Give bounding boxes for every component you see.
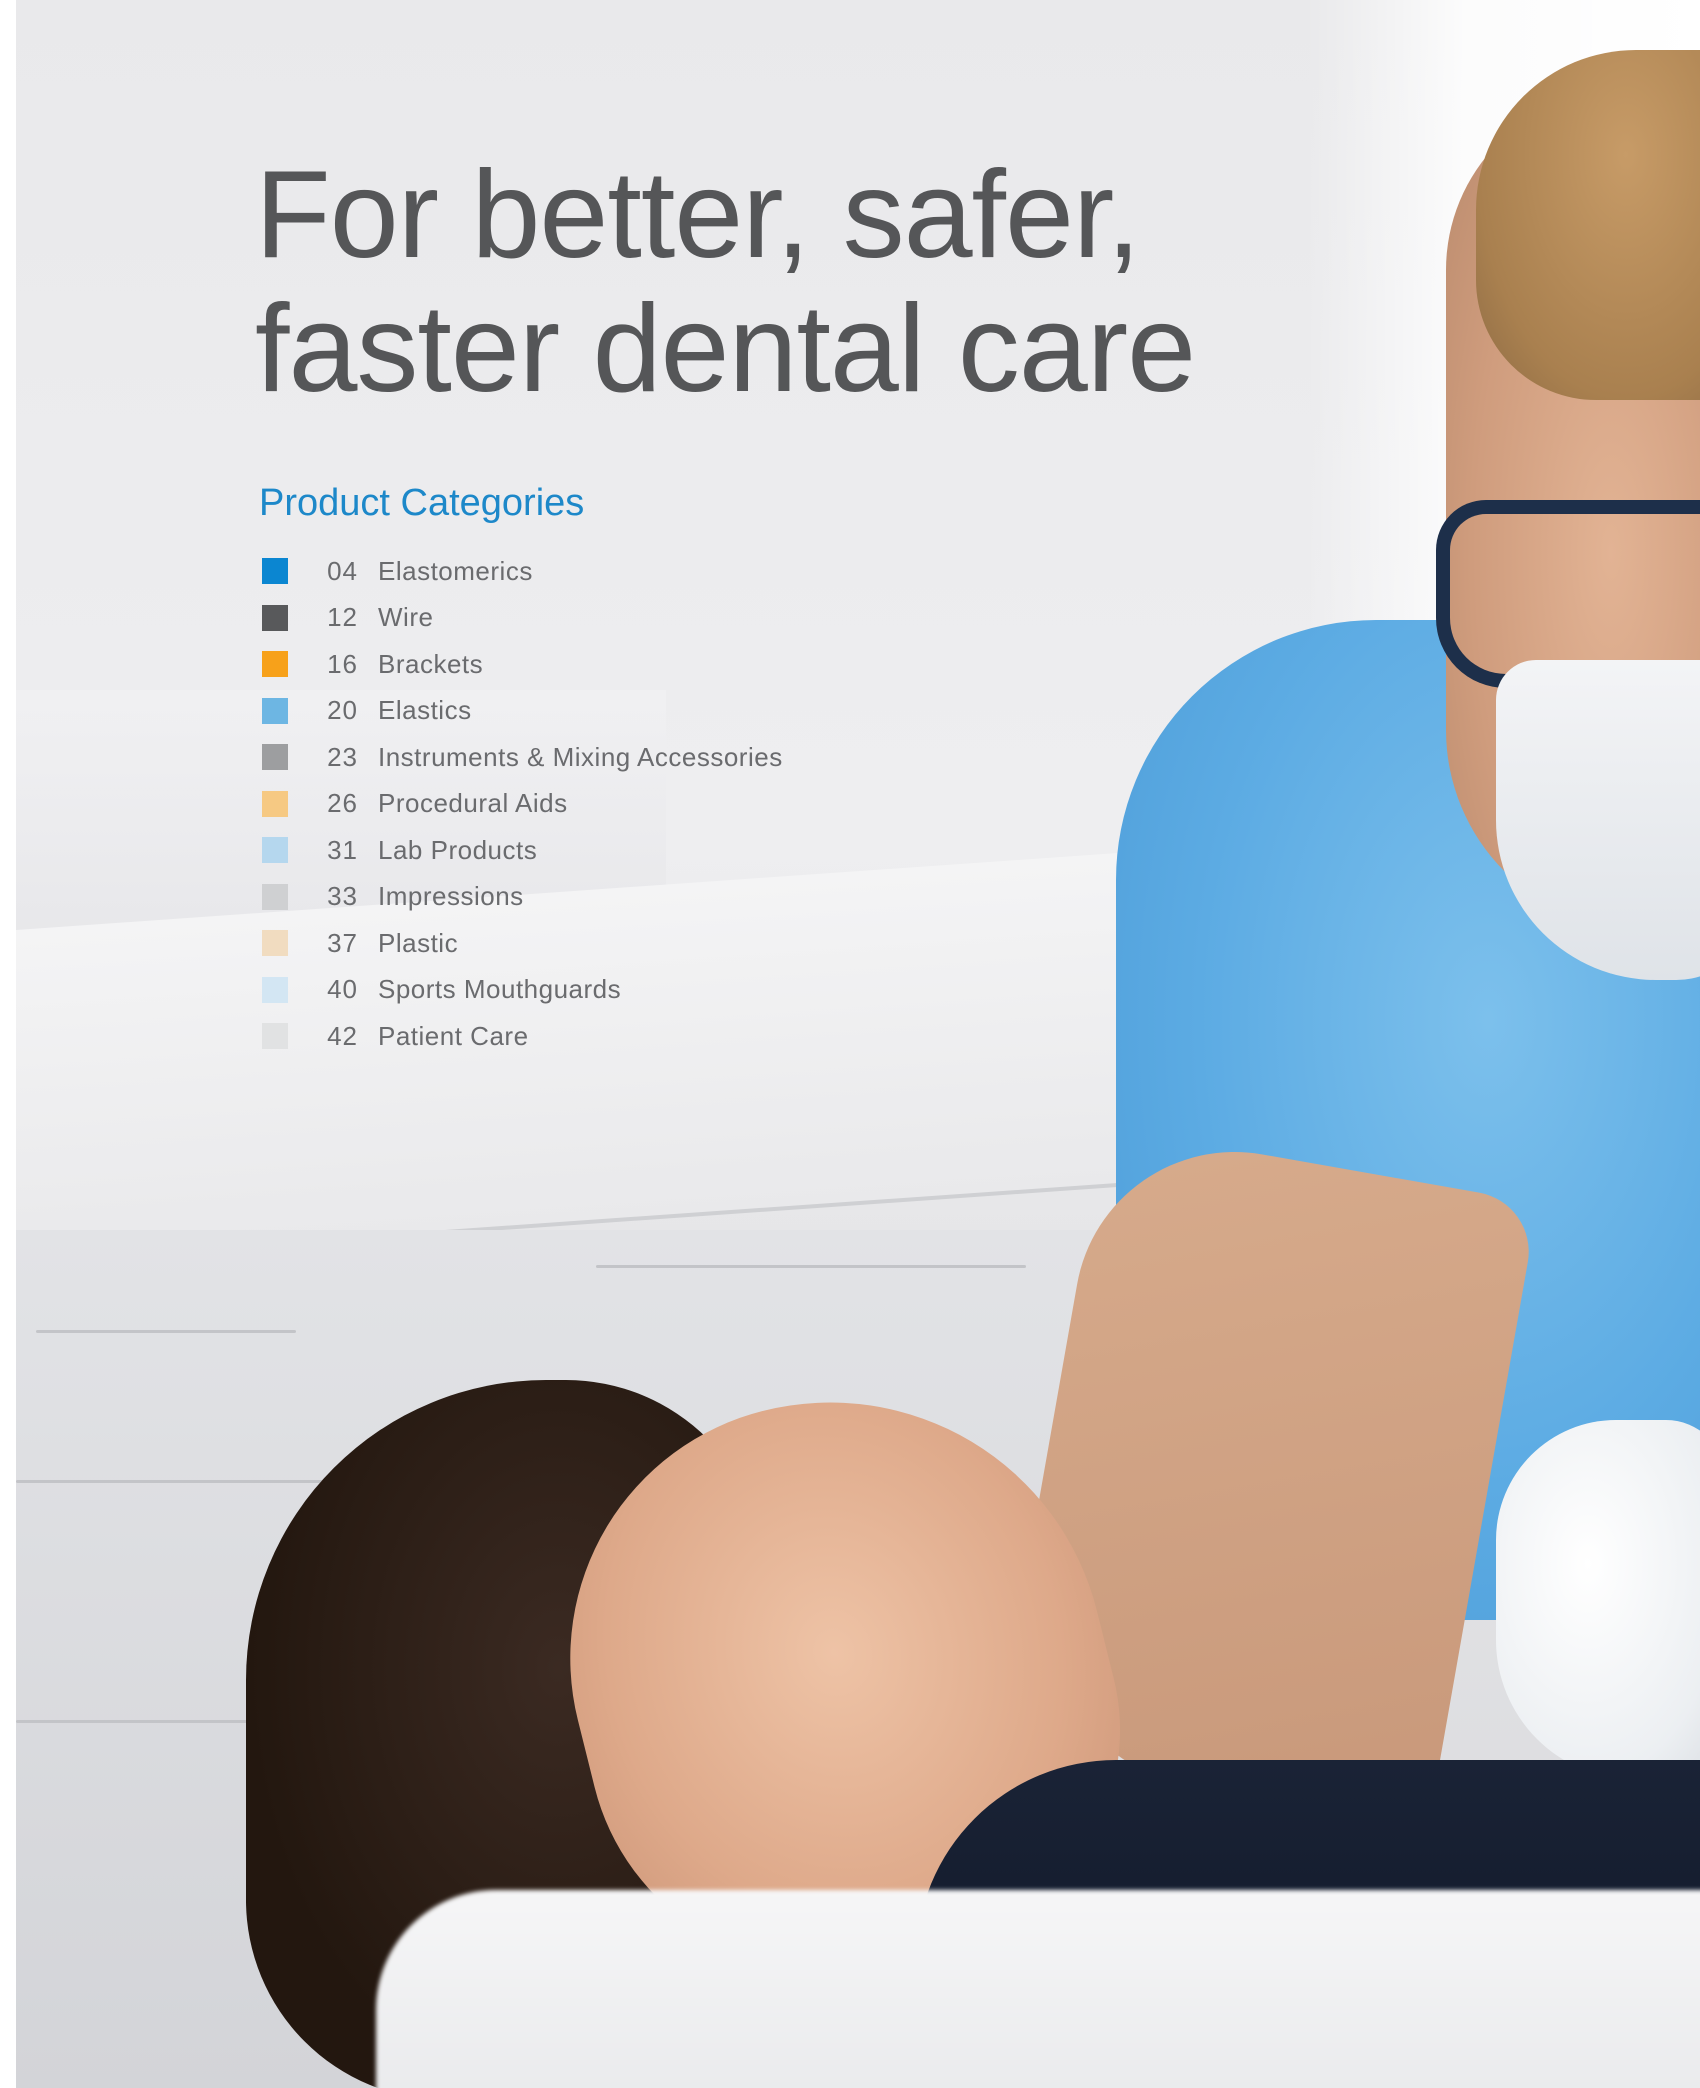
- category-label: Procedural Aids: [378, 788, 568, 819]
- category-item[interactable]: 20 Elastics: [262, 688, 783, 735]
- drawer-handle: [36, 1330, 296, 1333]
- category-color-swatch: [262, 604, 288, 631]
- category-page-number: 37: [327, 927, 358, 958]
- category-label: Brackets: [378, 648, 484, 679]
- category-page-number: 31: [327, 834, 358, 865]
- category-page-number: 12: [327, 602, 358, 633]
- category-label: Patient Care: [378, 1020, 529, 1051]
- dentist-glove: [1496, 1420, 1700, 1780]
- category-color-swatch: [262, 790, 288, 817]
- category-color-swatch: [262, 744, 288, 771]
- category-item[interactable]: 33 Impressions: [262, 874, 783, 921]
- category-label: Lab Products: [378, 834, 538, 865]
- category-color-swatch: [262, 930, 288, 957]
- category-label: Sports Mouthguards: [378, 974, 622, 1005]
- category-page-number: 26: [327, 788, 358, 819]
- category-item[interactable]: 04 Elastomerics: [262, 548, 783, 595]
- category-list: 04 Elastomerics 12 Wire 16 Brackets 20 E…: [262, 548, 783, 1060]
- category-page-number: 20: [327, 695, 358, 726]
- category-page-number: 23: [327, 741, 358, 772]
- category-page-number: 42: [327, 1020, 358, 1051]
- category-label: Elastomerics: [378, 555, 533, 586]
- category-item[interactable]: 26 Procedural Aids: [262, 781, 783, 828]
- category-item[interactable]: 31 Lab Products: [262, 827, 783, 874]
- category-item[interactable]: 37 Plastic: [262, 920, 783, 967]
- category-label: Impressions: [378, 881, 524, 912]
- category-color-swatch: [262, 558, 288, 585]
- category-label: Plastic: [378, 927, 459, 958]
- page-headline: For better, safer, faster dental care: [255, 146, 1196, 418]
- category-color-swatch: [262, 697, 288, 724]
- category-item[interactable]: 12 Wire: [262, 595, 783, 642]
- instrument-tray: [376, 1890, 1700, 2088]
- category-color-swatch: [262, 651, 288, 678]
- category-page-number: 16: [327, 648, 358, 679]
- category-label: Elastics: [378, 695, 472, 726]
- category-item[interactable]: 16 Brackets: [262, 641, 783, 688]
- category-label: Instruments & Mixing Accessories: [378, 741, 783, 772]
- category-page-number: 33: [327, 881, 358, 912]
- category-label: Wire: [378, 602, 434, 633]
- categories-title: Product Categories: [259, 482, 585, 524]
- category-item[interactable]: 42 Patient Care: [262, 1013, 783, 1060]
- category-item[interactable]: 23 Instruments & Mixing Accessories: [262, 734, 783, 781]
- category-color-swatch: [262, 883, 288, 910]
- category-color-swatch: [262, 837, 288, 864]
- drawer-handle: [596, 1265, 1026, 1268]
- category-page-number: 40: [327, 974, 358, 1005]
- category-color-swatch: [262, 1023, 288, 1050]
- category-page-number: 04: [327, 555, 358, 586]
- category-item[interactable]: 40 Sports Mouthguards: [262, 967, 783, 1014]
- category-color-swatch: [262, 976, 288, 1003]
